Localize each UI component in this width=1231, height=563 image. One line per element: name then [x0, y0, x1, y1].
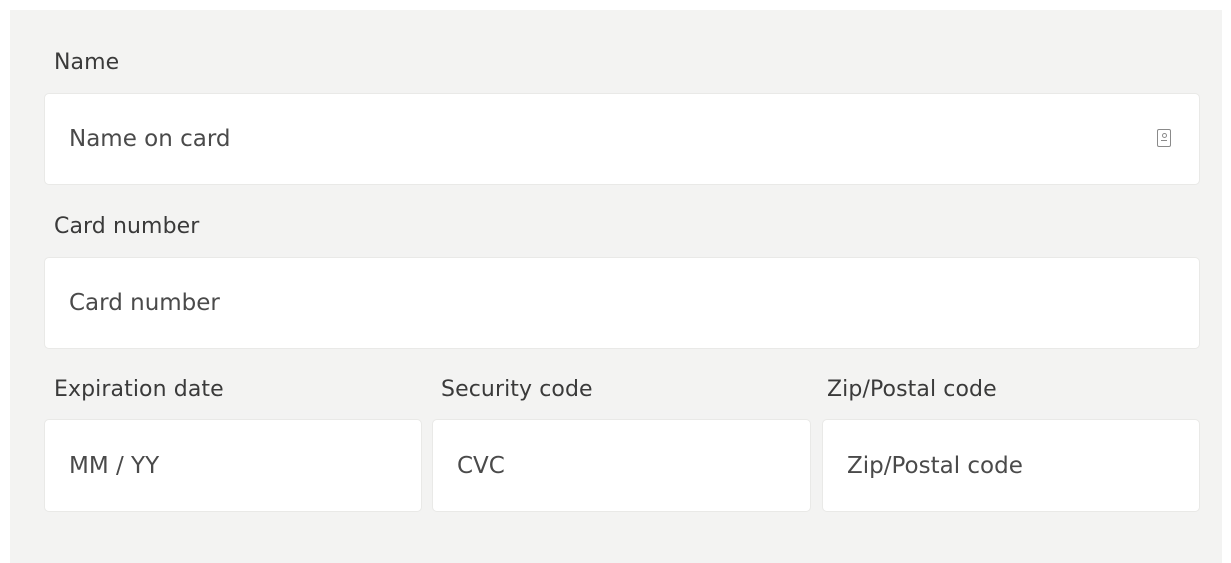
- contact-card-icon[interactable]: [1157, 129, 1171, 147]
- card-number-input[interactable]: [45, 258, 1199, 348]
- zip-field-container[interactable]: [822, 419, 1200, 512]
- zip-postal-code-label: Zip/Postal code: [827, 377, 997, 402]
- security-code-label: Security code: [441, 377, 593, 402]
- security-code-input[interactable]: [433, 420, 810, 511]
- payment-form: Name Card number Expiration date Securit…: [10, 10, 1222, 563]
- security-code-field-container[interactable]: [432, 419, 811, 512]
- name-label: Name: [54, 50, 120, 75]
- card-number-field-container[interactable]: [44, 257, 1200, 349]
- expiration-field-container[interactable]: [44, 419, 422, 512]
- name-on-card-input[interactable]: [45, 94, 1199, 184]
- card-number-label: Card number: [54, 214, 200, 239]
- expiration-date-input[interactable]: [45, 420, 421, 511]
- name-field-container[interactable]: [44, 93, 1200, 185]
- zip-postal-code-input[interactable]: [823, 420, 1199, 511]
- expiration-date-label: Expiration date: [54, 377, 224, 402]
